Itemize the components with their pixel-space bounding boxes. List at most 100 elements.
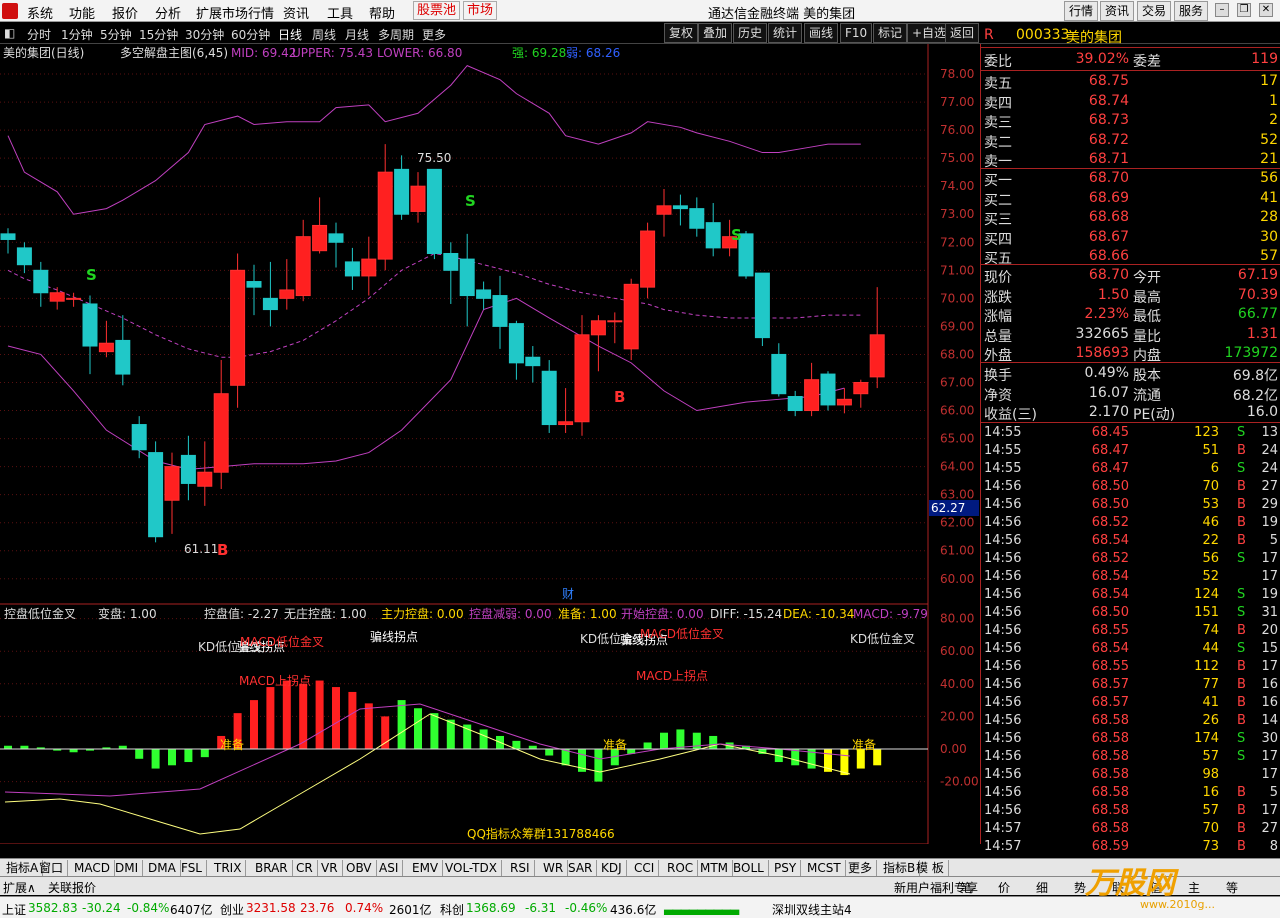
restore-icon[interactable]: ❐ <box>1237 3 1251 17</box>
server-name[interactable]: 深圳双线主站4 <box>772 901 852 918</box>
stock-pool-button[interactable]: 股票池 <box>413 1 461 20</box>
sidebar-toggle-icon[interactable]: ◧ <box>4 26 15 40</box>
sh-index-value: 3582.83 <box>28 901 78 915</box>
tick-time: 14:56 <box>984 587 1022 602</box>
fuquan-button[interactable]: 复权 <box>664 23 699 43</box>
period-more[interactable]: 更多 <box>422 26 446 43</box>
quote-tab[interactable]: 等 <box>1226 879 1238 896</box>
tick-volume: 56 <box>1202 551 1219 566</box>
market-button[interactable]: 市场 <box>463 1 498 20</box>
draw-button[interactable]: 画线 <box>804 23 839 43</box>
period-5min[interactable]: 5分钟 <box>100 26 132 43</box>
period-60min[interactable]: 60分钟 <box>231 26 270 43</box>
back-button[interactable]: 返回 <box>945 23 980 43</box>
trade-button[interactable]: 交易 <box>1137 1 1172 21</box>
cy-index-label[interactable]: 创业 <box>220 901 244 918</box>
stat-label: 现价 <box>984 270 1012 286</box>
f10-button[interactable]: F10 <box>840 23 873 43</box>
close-icon[interactable]: ✕ <box>1259 3 1273 17</box>
weicha-value: 119 <box>1251 51 1278 67</box>
menu-system[interactable]: 系统 <box>27 3 53 22</box>
tick-volume: 57 <box>1202 749 1219 764</box>
tick-volume: 112 <box>1194 659 1219 674</box>
tick-volume: 53 <box>1202 497 1219 512</box>
menu-analysis[interactable]: 分析 <box>155 3 181 22</box>
candle-body <box>525 356 541 367</box>
indicator-tab[interactable]: ROC <box>663 860 699 876</box>
tick-count: 20 <box>1261 623 1278 638</box>
indicator-tab[interactable]: 窗口 <box>35 860 69 876</box>
indicator-tab[interactable]: KDJ <box>597 860 627 876</box>
indicator-tab[interactable]: DMI <box>111 860 144 876</box>
indicator-tab[interactable]: OBV <box>342 860 377 876</box>
stat-value: 173972 <box>1224 345 1278 361</box>
indicator-tab[interactable]: EMV <box>408 860 444 876</box>
kline-chart[interactable]: 78.00 77.00 76.00 75.00 74.00 73.00 72.00 71.00… <box>0 44 980 844</box>
kc-index-label[interactable]: 科创 <box>440 901 464 918</box>
ask-level-label: 卖四 <box>984 95 1012 112</box>
overlay-button[interactable]: 叠加 <box>698 23 733 43</box>
candle-body <box>787 396 803 412</box>
stats-button[interactable]: 统计 <box>768 23 803 43</box>
period-multi[interactable]: 多周期 <box>378 26 414 43</box>
price-tick-label: 77.00 <box>940 95 974 109</box>
indicator-tab[interactable]: BOLL <box>729 860 769 876</box>
indicator-tab[interactable]: MTM <box>696 860 734 876</box>
tick-row: 14:56 68.50 53 B 29 <box>981 496 1280 515</box>
indicator-tab[interactable]: MACD <box>70 860 115 876</box>
quote-tab[interactable]: 笔 <box>960 879 972 896</box>
menu-function[interactable]: 功能 <box>69 3 95 22</box>
tick-price: 68.50 <box>1091 497 1129 512</box>
indicator-tab[interactable]: VR <box>317 860 343 876</box>
history-button[interactable]: 历史 <box>733 23 768 43</box>
minimize-icon[interactable]: – <box>1215 3 1229 17</box>
service-button[interactable]: 服务 <box>1174 1 1209 21</box>
cy-index-pct: 0.74% <box>345 901 384 915</box>
period-30min[interactable]: 30分钟 <box>185 26 224 43</box>
indicator-tab[interactable]: TRIX <box>210 860 247 876</box>
bottom-tab[interactable]: 关联报价 <box>48 879 96 896</box>
period-daily[interactable]: 日线 <box>278 26 302 43</box>
menu-help[interactable]: 帮助 <box>369 3 395 22</box>
menu-news[interactable]: 资讯 <box>283 3 309 22</box>
period-weekly[interactable]: 周线 <box>312 26 336 43</box>
quote-tab[interactable]: 价 <box>998 879 1010 896</box>
indicator-tab[interactable]: BRAR <box>251 860 293 876</box>
menu-tools[interactable]: 工具 <box>327 3 353 22</box>
indicator-tab[interactable]: DMA <box>144 860 181 876</box>
indicator-tab[interactable]: FSL <box>177 860 207 876</box>
quote-tab[interactable]: 主 <box>1188 879 1200 896</box>
tick-time: 14:56 <box>984 659 1022 674</box>
price-tick-label: 78.00 <box>940 67 974 81</box>
sub-tick-label: 40.00 <box>940 677 974 691</box>
quote-tab[interactable]: 细 <box>1036 879 1048 896</box>
indicator-tab[interactable]: ASI <box>375 860 404 876</box>
indicator-tab[interactable]: VOL-TDX <box>441 860 502 876</box>
period-monthly[interactable]: 月线 <box>345 26 369 43</box>
mark-button[interactable]: 标记 <box>873 23 908 43</box>
tick-count: 17 <box>1261 767 1278 782</box>
news-button[interactable]: 资讯 <box>1100 1 1135 21</box>
period-15min[interactable]: 15分钟 <box>139 26 178 43</box>
bottom-tab[interactable]: 扩展∧ <box>3 879 36 896</box>
period-fenshi[interactable]: 分时 <box>27 26 51 43</box>
tick-row: 14:56 68.58 98 17 <box>981 766 1280 785</box>
indicator-tab[interactable]: 更多 <box>844 860 878 876</box>
period-1min[interactable]: 1分钟 <box>61 26 93 43</box>
menu-ext-market[interactable]: 扩展市场行情 <box>196 3 274 22</box>
indicator-tab[interactable]: PSY <box>770 860 802 876</box>
stat-value: 70.39 <box>1237 286 1278 303</box>
weibi-row: 委比 39.02% 委差 119 <box>981 50 1280 70</box>
indicator-tab[interactable]: SAR <box>564 860 598 876</box>
candle-body <box>131 424 147 451</box>
fund-label: PE(动) <box>1133 407 1176 423</box>
indicator-tab[interactable]: CCI <box>630 860 660 876</box>
indicator-tab[interactable]: 模 板 <box>912 860 949 876</box>
bid-row: 买一 68.70 56 <box>981 169 1280 189</box>
indicator-tab[interactable]: MCST <box>803 860 846 876</box>
quote-button[interactable]: 行情 <box>1064 1 1099 21</box>
indicator-tab[interactable]: CR <box>292 860 318 876</box>
indicator-tab[interactable]: RSI <box>506 860 535 876</box>
sh-index-label[interactable]: 上证 <box>2 901 26 918</box>
menu-quote[interactable]: 报价 <box>112 3 138 22</box>
